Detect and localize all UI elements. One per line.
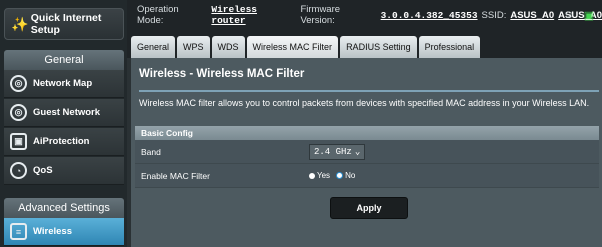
table-header: Basic Config xyxy=(135,126,599,140)
advanced-section-title: Advanced Settings xyxy=(4,198,124,218)
status-bar: Operation Mode: Wireless router Firmware… xyxy=(127,0,602,30)
ssid-label: SSID: xyxy=(481,9,507,21)
basic-config-table: Basic Config Band 2.4 GHz ⌄ Enable MAC F… xyxy=(135,126,599,188)
sidebar-item-label: Network Map xyxy=(33,78,93,89)
title-divider xyxy=(139,90,599,92)
tab-radius-setting[interactable]: RADIUS Setting xyxy=(340,36,417,58)
status-icons: ☺ ▣ xyxy=(562,8,596,22)
sidebar-item-wireless[interactable]: ≡ Wireless xyxy=(4,218,124,246)
sidebar-item-qos[interactable]: ◔ QoS xyxy=(4,157,124,185)
radio-no-circle[interactable] xyxy=(336,172,344,179)
firmware-version-link[interactable]: 3.0.0.4.382_45353 xyxy=(381,10,478,21)
gauge-icon: ◔ xyxy=(10,162,27,179)
sidebar-item-aiprotection[interactable]: ▣ AiProtection xyxy=(4,128,124,156)
sidebar-item-label: AiProtection xyxy=(33,136,90,147)
radio-no[interactable]: No xyxy=(336,171,355,180)
mac-filter-label: Enable MAC Filter xyxy=(141,170,210,181)
tab-general[interactable]: General xyxy=(131,36,176,58)
guest-globe-icon: ◎ xyxy=(10,104,27,121)
firmware-label: Firmware Version: xyxy=(300,4,341,26)
band-label: Band xyxy=(141,146,161,157)
radio-yes[interactable]: Yes xyxy=(309,171,330,180)
page-description: Wireless MAC filter allows you to contro… xyxy=(139,98,590,108)
sidebar-item-label: Wireless xyxy=(33,226,72,237)
wand-icon: ✨ xyxy=(11,15,29,32)
sidebar-item-label: QoS xyxy=(33,165,53,176)
operation-mode-link[interactable]: Wireless router xyxy=(211,4,296,26)
band-select[interactable]: 2.4 GHz ⌄ xyxy=(309,143,366,160)
chevron-down-icon: ⌄ xyxy=(354,146,361,157)
page-title: Wireless - Wireless MAC Filter xyxy=(139,68,305,80)
qis-label: Quick Internet Setup xyxy=(30,12,102,36)
radio-yes-circle[interactable] xyxy=(309,172,315,179)
radio-yes-label: Yes xyxy=(317,171,331,180)
tab-professional[interactable]: Professional xyxy=(418,36,481,58)
radio-no-label: No xyxy=(345,171,356,180)
usb-icon[interactable]: ▣ xyxy=(582,8,596,22)
table-row-band: Band 2.4 GHz ⌄ xyxy=(135,140,599,164)
general-section-title: General xyxy=(4,50,124,70)
sidebar-item-label: Guest Network xyxy=(33,107,101,118)
ssid-link-1[interactable]: ASUS_A0 xyxy=(510,10,554,21)
lock-icon: ▣ xyxy=(10,133,27,150)
sidebar-item-guest-network[interactable]: ◎ Guest Network xyxy=(4,99,124,127)
table-row-mac-filter: Enable MAC Filter Yes No xyxy=(135,164,599,188)
band-select-value: 2.4 GHz xyxy=(314,146,352,157)
tab-bar: General WPS WDS Wireless MAC Filter RADI… xyxy=(131,36,481,58)
quick-internet-setup-button[interactable]: ✨ Quick Internet Setup xyxy=(4,8,124,40)
tab-wps[interactable]: WPS xyxy=(177,36,210,58)
main-panel: Wireless - Wireless MAC Filter Wireless … xyxy=(131,58,602,247)
sidebar-item-network-map[interactable]: ◎ Network Map xyxy=(4,70,124,98)
operation-mode-label: Operation Mode: xyxy=(137,4,179,26)
wifi-icon: ≡ xyxy=(10,223,27,240)
tab-wds[interactable]: WDS xyxy=(211,36,245,58)
globe-icon: ◎ xyxy=(10,75,27,92)
tab-wireless-mac-filter[interactable]: Wireless MAC Filter xyxy=(246,36,339,58)
users-icon[interactable]: ☺ xyxy=(562,8,576,22)
apply-button[interactable]: Apply xyxy=(330,197,408,219)
sidebar: ✨ Quick Internet Setup General ◎ Network… xyxy=(0,0,127,247)
